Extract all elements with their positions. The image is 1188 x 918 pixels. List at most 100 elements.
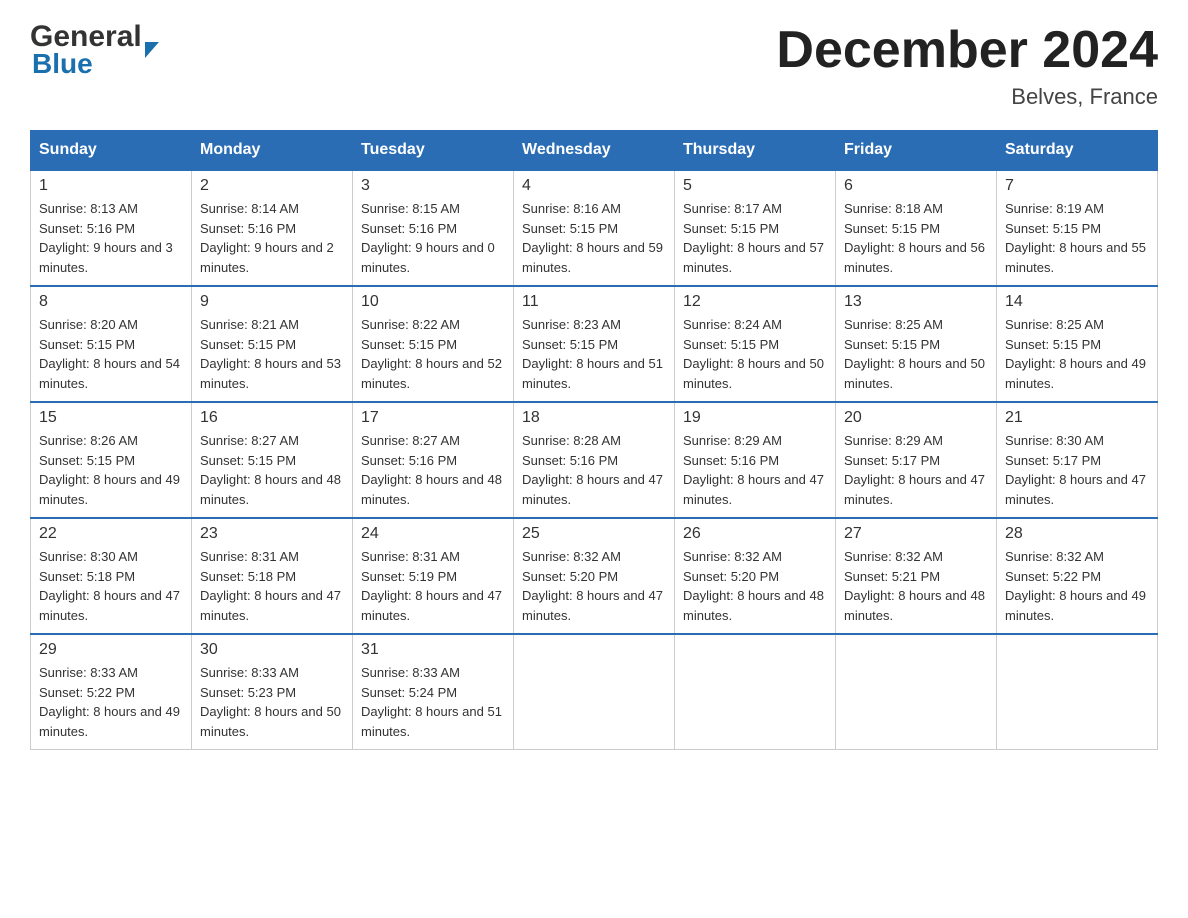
daylight-label: Daylight: 9 hours and 2 minutes.	[200, 240, 334, 275]
sunset-label: Sunset: 5:16 PM	[200, 221, 296, 236]
sunrise-label: Sunrise: 8:20 AM	[39, 317, 138, 332]
sunset-label: Sunset: 5:16 PM	[522, 453, 618, 468]
day-info: Sunrise: 8:17 AM Sunset: 5:15 PM Dayligh…	[683, 199, 827, 277]
daylight-label: Daylight: 8 hours and 50 minutes.	[200, 704, 341, 739]
sunrise-label: Sunrise: 8:30 AM	[39, 549, 138, 564]
day-info: Sunrise: 8:29 AM Sunset: 5:17 PM Dayligh…	[844, 431, 988, 509]
daylight-label: Daylight: 8 hours and 47 minutes.	[522, 588, 663, 623]
day-info: Sunrise: 8:24 AM Sunset: 5:15 PM Dayligh…	[683, 315, 827, 393]
day-info: Sunrise: 8:25 AM Sunset: 5:15 PM Dayligh…	[844, 315, 988, 393]
day-info: Sunrise: 8:32 AM Sunset: 5:21 PM Dayligh…	[844, 547, 988, 625]
daylight-label: Daylight: 8 hours and 49 minutes.	[39, 472, 180, 507]
day-info: Sunrise: 8:33 AM Sunset: 5:24 PM Dayligh…	[361, 663, 505, 741]
calendar-week-row: 22 Sunrise: 8:30 AM Sunset: 5:18 PM Dayl…	[31, 518, 1158, 634]
calendar-day-cell	[997, 634, 1158, 750]
logo-arrow-icon	[145, 42, 159, 58]
calendar-day-cell: 4 Sunrise: 8:16 AM Sunset: 5:15 PM Dayli…	[514, 170, 675, 286]
sunrise-label: Sunrise: 8:19 AM	[1005, 201, 1104, 216]
sunrise-label: Sunrise: 8:33 AM	[361, 665, 460, 680]
daylight-label: Daylight: 8 hours and 51 minutes.	[522, 356, 663, 391]
daylight-label: Daylight: 8 hours and 47 minutes.	[39, 588, 180, 623]
daylight-label: Daylight: 8 hours and 48 minutes.	[683, 588, 824, 623]
day-info: Sunrise: 8:30 AM Sunset: 5:17 PM Dayligh…	[1005, 431, 1149, 509]
day-number: 15	[39, 409, 183, 427]
day-info: Sunrise: 8:32 AM Sunset: 5:22 PM Dayligh…	[1005, 547, 1149, 625]
sunrise-label: Sunrise: 8:18 AM	[844, 201, 943, 216]
sunrise-label: Sunrise: 8:21 AM	[200, 317, 299, 332]
daylight-label: Daylight: 9 hours and 0 minutes.	[361, 240, 495, 275]
daylight-label: Daylight: 8 hours and 57 minutes.	[683, 240, 824, 275]
day-number: 13	[844, 293, 988, 311]
daylight-label: Daylight: 8 hours and 47 minutes.	[200, 588, 341, 623]
sunrise-label: Sunrise: 8:15 AM	[361, 201, 460, 216]
calendar-day-cell: 8 Sunrise: 8:20 AM Sunset: 5:15 PM Dayli…	[31, 286, 192, 402]
sunset-label: Sunset: 5:22 PM	[1005, 569, 1101, 584]
calendar-day-cell: 7 Sunrise: 8:19 AM Sunset: 5:15 PM Dayli…	[997, 170, 1158, 286]
calendar-day-cell: 29 Sunrise: 8:33 AM Sunset: 5:22 PM Dayl…	[31, 634, 192, 750]
sunset-label: Sunset: 5:15 PM	[844, 337, 940, 352]
day-info: Sunrise: 8:27 AM Sunset: 5:15 PM Dayligh…	[200, 431, 344, 509]
sunrise-label: Sunrise: 8:31 AM	[200, 549, 299, 564]
day-number: 12	[683, 293, 827, 311]
calendar-day-cell: 25 Sunrise: 8:32 AM Sunset: 5:20 PM Dayl…	[514, 518, 675, 634]
calendar-day-cell: 19 Sunrise: 8:29 AM Sunset: 5:16 PM Dayl…	[675, 402, 836, 518]
calendar-day-cell: 20 Sunrise: 8:29 AM Sunset: 5:17 PM Dayl…	[836, 402, 997, 518]
daylight-label: Daylight: 8 hours and 53 minutes.	[200, 356, 341, 391]
day-info: Sunrise: 8:32 AM Sunset: 5:20 PM Dayligh…	[683, 547, 827, 625]
sunrise-label: Sunrise: 8:33 AM	[39, 665, 138, 680]
daylight-label: Daylight: 8 hours and 48 minutes.	[844, 588, 985, 623]
sunset-label: Sunset: 5:15 PM	[683, 221, 779, 236]
calendar-day-cell: 31 Sunrise: 8:33 AM Sunset: 5:24 PM Dayl…	[353, 634, 514, 750]
sunset-label: Sunset: 5:16 PM	[683, 453, 779, 468]
sunrise-label: Sunrise: 8:33 AM	[200, 665, 299, 680]
daylight-label: Daylight: 8 hours and 48 minutes.	[361, 472, 502, 507]
calendar-table: Sunday Monday Tuesday Wednesday Thursday…	[30, 130, 1158, 750]
daylight-label: Daylight: 8 hours and 50 minutes.	[844, 356, 985, 391]
sunrise-label: Sunrise: 8:26 AM	[39, 433, 138, 448]
calendar-day-cell: 18 Sunrise: 8:28 AM Sunset: 5:16 PM Dayl…	[514, 402, 675, 518]
sunset-label: Sunset: 5:19 PM	[361, 569, 457, 584]
location-label: Belves, France	[776, 84, 1158, 110]
col-saturday: Saturday	[997, 131, 1158, 171]
sunrise-label: Sunrise: 8:32 AM	[522, 549, 621, 564]
sunrise-label: Sunrise: 8:27 AM	[200, 433, 299, 448]
sunset-label: Sunset: 5:18 PM	[200, 569, 296, 584]
sunset-label: Sunset: 5:21 PM	[844, 569, 940, 584]
calendar-day-cell: 9 Sunrise: 8:21 AM Sunset: 5:15 PM Dayli…	[192, 286, 353, 402]
day-info: Sunrise: 8:22 AM Sunset: 5:15 PM Dayligh…	[361, 315, 505, 393]
sunset-label: Sunset: 5:15 PM	[361, 337, 457, 352]
day-info: Sunrise: 8:21 AM Sunset: 5:15 PM Dayligh…	[200, 315, 344, 393]
day-info: Sunrise: 8:13 AM Sunset: 5:16 PM Dayligh…	[39, 199, 183, 277]
day-number: 18	[522, 409, 666, 427]
day-number: 19	[683, 409, 827, 427]
month-title: December 2024	[776, 20, 1158, 80]
calendar-day-cell: 3 Sunrise: 8:15 AM Sunset: 5:16 PM Dayli…	[353, 170, 514, 286]
sunset-label: Sunset: 5:15 PM	[844, 221, 940, 236]
calendar-week-row: 1 Sunrise: 8:13 AM Sunset: 5:16 PM Dayli…	[31, 170, 1158, 286]
sunset-label: Sunset: 5:17 PM	[844, 453, 940, 468]
day-number: 20	[844, 409, 988, 427]
day-info: Sunrise: 8:33 AM Sunset: 5:22 PM Dayligh…	[39, 663, 183, 741]
daylight-label: Daylight: 8 hours and 49 minutes.	[39, 704, 180, 739]
sunrise-label: Sunrise: 8:17 AM	[683, 201, 782, 216]
day-number: 9	[200, 293, 344, 311]
day-info: Sunrise: 8:28 AM Sunset: 5:16 PM Dayligh…	[522, 431, 666, 509]
sunset-label: Sunset: 5:15 PM	[200, 453, 296, 468]
calendar-day-cell	[675, 634, 836, 750]
daylight-label: Daylight: 8 hours and 55 minutes.	[1005, 240, 1146, 275]
calendar-day-cell: 17 Sunrise: 8:27 AM Sunset: 5:16 PM Dayl…	[353, 402, 514, 518]
calendar-week-row: 15 Sunrise: 8:26 AM Sunset: 5:15 PM Dayl…	[31, 402, 1158, 518]
calendar-day-cell: 10 Sunrise: 8:22 AM Sunset: 5:15 PM Dayl…	[353, 286, 514, 402]
calendar-day-cell: 11 Sunrise: 8:23 AM Sunset: 5:15 PM Dayl…	[514, 286, 675, 402]
sunrise-label: Sunrise: 8:13 AM	[39, 201, 138, 216]
sunrise-label: Sunrise: 8:25 AM	[1005, 317, 1104, 332]
day-number: 1	[39, 177, 183, 195]
sunset-label: Sunset: 5:20 PM	[683, 569, 779, 584]
daylight-label: Daylight: 8 hours and 47 minutes.	[683, 472, 824, 507]
daylight-label: Daylight: 9 hours and 3 minutes.	[39, 240, 173, 275]
day-number: 22	[39, 525, 183, 543]
sunset-label: Sunset: 5:16 PM	[39, 221, 135, 236]
daylight-label: Daylight: 8 hours and 49 minutes.	[1005, 356, 1146, 391]
day-info: Sunrise: 8:29 AM Sunset: 5:16 PM Dayligh…	[683, 431, 827, 509]
sunset-label: Sunset: 5:24 PM	[361, 685, 457, 700]
